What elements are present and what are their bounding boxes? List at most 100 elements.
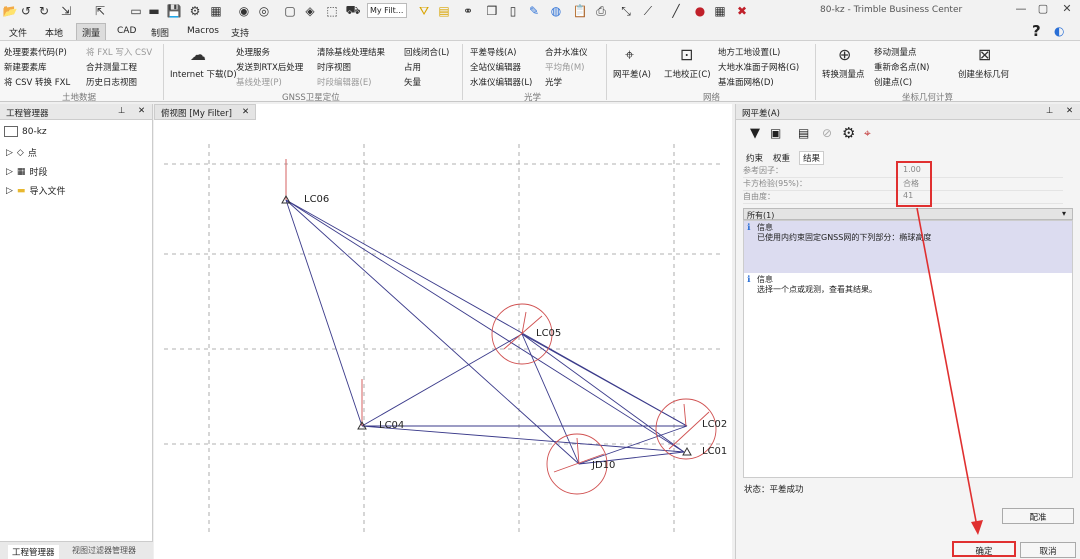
menu-local[interactable]: 本地 bbox=[42, 25, 66, 40]
view-2d-icon[interactable]: ▢ bbox=[282, 3, 298, 19]
tab-view-filter-manager[interactable]: 视图过滤器管理器 bbox=[72, 545, 150, 556]
filter-icon[interactable]: ⛛ bbox=[416, 3, 432, 19]
time-series-view-button[interactable]: 时序视图 bbox=[317, 61, 351, 73]
point-label[interactable]: LC02 bbox=[702, 419, 727, 430]
stack-icon[interactable]: ❒ bbox=[484, 3, 500, 19]
globe-icon[interactable]: ◎ bbox=[256, 3, 272, 19]
local-site-settings-button[interactable]: 地方工地设置(L) bbox=[718, 46, 780, 58]
settings-icon[interactable]: ▦ bbox=[208, 3, 224, 19]
point-label[interactable]: LC06 bbox=[304, 194, 329, 205]
session-editor-button[interactable]: 时段编辑器(E) bbox=[317, 76, 372, 88]
create-point-button[interactable]: 创建点(C) bbox=[874, 76, 912, 88]
menu-support[interactable]: 支持 bbox=[228, 25, 252, 40]
write-fxl-csv-button[interactable]: 将 FXL 写入 CSV bbox=[86, 46, 152, 58]
move-survey-point-button[interactable]: 移动测量点 bbox=[874, 46, 917, 58]
pin-icon[interactable]: ⊥ bbox=[1046, 106, 1053, 116]
car-icon[interactable]: ⛟ bbox=[345, 3, 361, 19]
network-graphic[interactable] bbox=[154, 104, 732, 559]
history-log-view-button[interactable]: 历史日志视图 bbox=[86, 76, 137, 88]
tab-project-explorer[interactable]: 工程管理器 bbox=[8, 545, 59, 559]
layers-icon[interactable]: ◉ bbox=[236, 3, 252, 19]
view-3d-icon[interactable]: ⬚ bbox=[324, 3, 340, 19]
new-icon[interactable]: ▭ bbox=[128, 3, 144, 19]
help-icon[interactable]: ? bbox=[1032, 22, 1041, 40]
network-icon[interactable]: ⌖ bbox=[864, 126, 871, 141]
traverse-adjust-button[interactable]: 平差导线(A) bbox=[470, 46, 516, 58]
list-item[interactable]: ℹ 信息 选择一个点或观测，查看其结果。 bbox=[744, 273, 1072, 303]
gear-icon[interactable]: ⚙ bbox=[187, 3, 203, 19]
total-station-editor-button[interactable]: 全站仪编辑器 bbox=[470, 61, 521, 73]
ruler-icon[interactable]: ⟋ bbox=[640, 3, 656, 19]
network-adjust-icon[interactable]: ⌖ bbox=[625, 45, 634, 65]
message-filter-select[interactable]: 所有(1) ▾ bbox=[743, 208, 1073, 220]
site-calibration-button[interactable]: 工地校正(C) bbox=[664, 68, 711, 80]
optics-button[interactable]: 光学 bbox=[545, 76, 562, 88]
tree-item-project[interactable]: 80-kz bbox=[4, 126, 47, 137]
line-icon[interactable]: ╱ bbox=[668, 3, 684, 19]
report-icon[interactable]: ▤ bbox=[798, 126, 809, 140]
close-icon[interactable]: ✖ bbox=[734, 3, 750, 19]
close-icon[interactable]: ✕ bbox=[1066, 106, 1073, 116]
chevron-down-icon[interactable]: ▾ bbox=[1062, 209, 1066, 218]
maximize-icon[interactable]: ▢ bbox=[1034, 2, 1052, 18]
processing-service-button[interactable]: 处理服务 bbox=[236, 46, 270, 58]
pin-icon[interactable]: ⊥ bbox=[118, 106, 125, 116]
network-adjust-button[interactable]: 网平差(A) bbox=[613, 68, 651, 80]
clear-baseline-results-button[interactable]: 清除基线处理结果 bbox=[317, 46, 385, 58]
average-angle-button[interactable]: 平均角(M) bbox=[545, 61, 584, 73]
save-icon[interactable]: 💾 bbox=[166, 3, 182, 19]
cloud-download-icon[interactable]: ☁ bbox=[190, 45, 206, 64]
cogo-icon[interactable]: ⊠ bbox=[978, 45, 991, 64]
minimize-icon[interactable]: — bbox=[1012, 2, 1030, 18]
send-rtx-button[interactable]: 发送到RTX后处理 bbox=[236, 61, 303, 73]
tab-results[interactable]: 结果 bbox=[799, 151, 825, 165]
disable-icon[interactable]: ⊘ bbox=[822, 126, 832, 140]
ok-button[interactable]: 确定 bbox=[952, 541, 1016, 557]
datum-grid-button[interactable]: 基准面网格(D) bbox=[718, 76, 774, 88]
tree-item-points[interactable]: ▷ ◇ 点 bbox=[6, 146, 37, 160]
record-icon[interactable]: ● bbox=[692, 3, 708, 19]
document-icon[interactable]: ▯ bbox=[505, 3, 521, 19]
gear-icon[interactable]: ⚙ bbox=[842, 124, 855, 142]
open-folder-icon[interactable]: 📂 bbox=[2, 3, 18, 19]
tab-constraints[interactable]: 约束 bbox=[746, 152, 763, 164]
point-label[interactable]: JD10 bbox=[592, 460, 615, 471]
loop-closure-button[interactable]: 回线闭合(L) bbox=[404, 46, 449, 58]
undo-icon[interactable]: ↺ bbox=[18, 3, 34, 19]
plan-view[interactable]: 俯视图 [My Filter] ✕ LC06 LC05 LC04 LC02 LC… bbox=[154, 104, 732, 559]
export-icon[interactable]: ⇱ bbox=[92, 3, 108, 19]
printer-icon[interactable]: ⎙ bbox=[593, 3, 609, 19]
point-label[interactable]: LC05 bbox=[536, 328, 561, 339]
cube-icon[interactable]: ◈ bbox=[302, 3, 318, 19]
redo-icon[interactable]: ↻ bbox=[36, 3, 52, 19]
select-icon[interactable]: ▤ bbox=[436, 3, 452, 19]
merge-survey-project-button[interactable]: 合并测量工程 bbox=[86, 61, 137, 73]
tree-item-sessions[interactable]: ▷ ▦ 时段 bbox=[6, 165, 47, 179]
expand-icon[interactable]: ▷ bbox=[6, 148, 13, 158]
expand-icon[interactable]: ▷ bbox=[6, 167, 13, 177]
create-cogo-button[interactable]: 创建坐标几何 bbox=[958, 68, 1009, 80]
import-icon[interactable]: ⇲ bbox=[58, 3, 74, 19]
expand-icon[interactable]: ▷ bbox=[6, 186, 13, 196]
list-item[interactable]: ℹ 信息 已使用内约束固定GNSS网的下列部分：椭球高度 bbox=[744, 221, 1072, 273]
point-label[interactable]: LC04 bbox=[379, 420, 404, 431]
window-close-icon[interactable]: ✕ bbox=[1058, 2, 1076, 18]
process-feature-code-button[interactable]: 处理要素代码(P) bbox=[4, 46, 67, 58]
convert-point-icon[interactable]: ⊕ bbox=[838, 45, 851, 64]
occupation-button[interactable]: 占用 bbox=[404, 61, 421, 73]
options-button[interactable]: 配准 bbox=[1002, 508, 1074, 524]
merge-level-button[interactable]: 合并水准仪 bbox=[545, 46, 588, 58]
tree-item-imported-files[interactable]: ▷ ▬ 导入文件 bbox=[6, 184, 65, 198]
grid-icon[interactable]: ▦ bbox=[712, 3, 728, 19]
point-label[interactable]: LC01 bbox=[702, 446, 727, 457]
menu-cad[interactable]: CAD bbox=[114, 25, 139, 37]
open-project-icon[interactable]: ▬ bbox=[146, 3, 162, 19]
site-calibration-icon[interactable]: ⊡ bbox=[680, 45, 693, 64]
close-icon[interactable]: ✕ bbox=[138, 106, 145, 116]
menu-file[interactable]: 文件 bbox=[6, 25, 30, 40]
terminal-icon[interactable]: ▣ bbox=[770, 126, 781, 140]
menu-macros[interactable]: Macros bbox=[184, 25, 222, 37]
internet-download-button[interactable]: Internet 下载(D) bbox=[170, 68, 237, 80]
csv-to-fxl-button[interactable]: 将 CSV 转换 FXL bbox=[4, 76, 70, 88]
geoid-subgrid-button[interactable]: 大地水准面子网格(G) bbox=[718, 61, 799, 73]
